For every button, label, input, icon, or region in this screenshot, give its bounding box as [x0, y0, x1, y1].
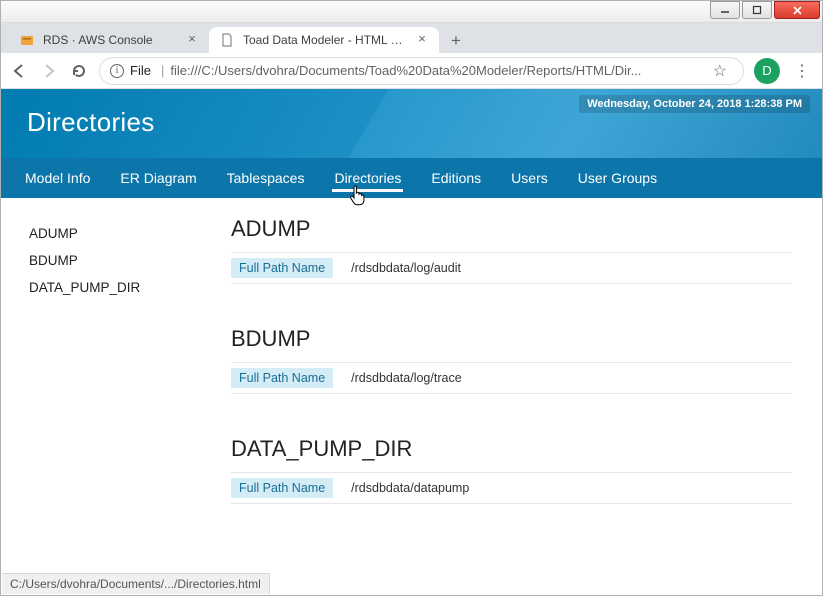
url-text: file:///C:/Users/dvohra/Documents/Toad%2…	[170, 63, 706, 78]
page-content: Wednesday, October 24, 2018 1:28:38 PM D…	[1, 89, 822, 556]
file-favicon-icon	[219, 32, 235, 48]
nav-editions[interactable]: Editions	[429, 158, 483, 198]
address-bar[interactable]: i File | file:///C:/Users/dvohra/Documen…	[99, 57, 744, 85]
tab-title: RDS · AWS Console	[43, 33, 179, 47]
field-value: /rdsdbdata/datapump	[351, 481, 469, 495]
sidebar-item-datapumpdir[interactable]: DATA_PUMP_DIR	[29, 280, 211, 295]
window-titlebar	[1, 1, 822, 23]
aws-favicon-icon	[19, 32, 35, 48]
back-button[interactable]	[9, 61, 29, 81]
directory-block-datapumpdir: DATA_PUMP_DIR Full Path Name /rdsdbdata/…	[231, 436, 792, 504]
page-banner: Wednesday, October 24, 2018 1:28:38 PM D…	[1, 89, 822, 158]
nav-tablespaces[interactable]: Tablespaces	[225, 158, 307, 198]
sidebar: ADUMP BDUMP DATA_PUMP_DIR	[1, 212, 221, 556]
minimize-button[interactable]	[710, 1, 740, 19]
field-label: Full Path Name	[231, 258, 333, 278]
directory-title: DATA_PUMP_DIR	[231, 436, 792, 462]
new-tab-button[interactable]: +	[443, 29, 469, 53]
field-value: /rdsdbdata/log/trace	[351, 371, 462, 385]
sidebar-item-bdump[interactable]: BDUMP	[29, 253, 211, 268]
browser-tab-aws[interactable]: RDS · AWS Console ×	[9, 27, 209, 53]
directory-title: BDUMP	[231, 326, 792, 352]
main-panel: ADUMP Full Path Name /rdsdbdata/log/audi…	[221, 212, 822, 556]
directory-block-adump: ADUMP Full Path Name /rdsdbdata/log/audi…	[231, 216, 792, 284]
directory-title: ADUMP	[231, 216, 792, 242]
reload-button[interactable]	[69, 61, 89, 81]
browser-toolbar: i File | file:///C:/Users/dvohra/Documen…	[1, 53, 822, 89]
nav-users[interactable]: Users	[509, 158, 550, 198]
field-row: Full Path Name /rdsdbdata/log/audit	[231, 252, 792, 284]
bookmark-star-icon[interactable]: ☆	[713, 61, 727, 81]
field-value: /rdsdbdata/log/audit	[351, 261, 461, 275]
nav-user-groups[interactable]: User Groups	[576, 158, 659, 198]
directory-block-bdump: BDUMP Full Path Name /rdsdbdata/log/trac…	[231, 326, 792, 394]
nav-menu-bar: Model Info ER Diagram Tablespaces Direct…	[1, 158, 822, 198]
sidebar-item-adump[interactable]: ADUMP	[29, 226, 211, 241]
maximize-button[interactable]	[742, 1, 772, 19]
browser-tab-toad[interactable]: Toad Data Modeler - HTML Repo ×	[209, 27, 439, 53]
field-label: Full Path Name	[231, 478, 333, 498]
status-bar: C:/Users/dvohra/Documents/.../Directorie…	[2, 573, 270, 594]
tab-close-icon[interactable]: ×	[185, 33, 199, 47]
url-scheme: File	[130, 63, 151, 78]
field-row: Full Path Name /rdsdbdata/datapump	[231, 472, 792, 504]
field-row: Full Path Name /rdsdbdata/log/trace	[231, 362, 792, 394]
browser-tab-strip: RDS · AWS Console × Toad Data Modeler - …	[1, 23, 822, 53]
nav-model-info[interactable]: Model Info	[23, 158, 92, 198]
site-info-icon[interactable]: i	[110, 64, 124, 78]
profile-avatar[interactable]: D	[754, 58, 780, 84]
report-timestamp: Wednesday, October 24, 2018 1:28:38 PM	[579, 95, 810, 113]
forward-button[interactable]	[39, 61, 59, 81]
browser-menu-icon[interactable]: ⋮	[790, 61, 814, 81]
close-button[interactable]	[774, 1, 820, 19]
field-label: Full Path Name	[231, 368, 333, 388]
nav-directories[interactable]: Directories	[332, 158, 403, 198]
tab-close-icon[interactable]: ×	[415, 33, 429, 47]
nav-er-diagram[interactable]: ER Diagram	[118, 158, 198, 198]
tab-title: Toad Data Modeler - HTML Repo	[243, 33, 409, 47]
